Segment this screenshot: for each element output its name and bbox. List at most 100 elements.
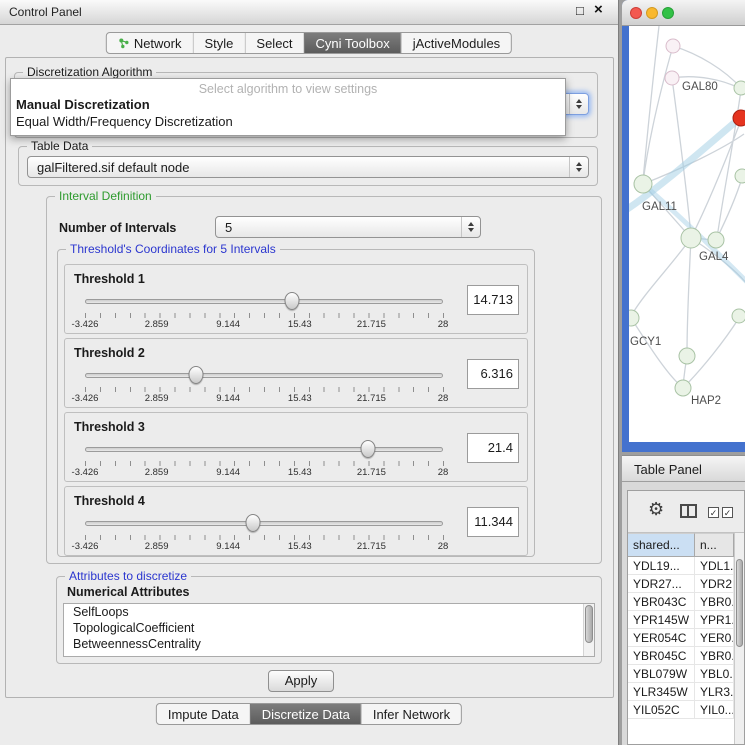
table-row[interactable]: YPR145WYPR1... <box>628 611 734 629</box>
float-window-icon[interactable]: □ <box>576 3 584 18</box>
slider-ticks <box>85 387 444 392</box>
tab-label: Network <box>134 36 182 51</box>
table-row[interactable]: YBR045CYBR0... <box>628 647 734 665</box>
table-row[interactable]: YDR27...YDR2... <box>628 575 734 593</box>
slider-thumb[interactable] <box>284 292 299 310</box>
list-scrollbar[interactable] <box>583 604 594 656</box>
table-data-group: Table Data galFiltered.sif default node <box>18 146 598 186</box>
threshold-3-value-field[interactable]: 21.4 <box>467 433 519 463</box>
threshold-1-slider[interactable] <box>85 291 443 311</box>
cell: YLR3... <box>695 683 734 700</box>
window-title: Control Panel <box>9 5 82 19</box>
network-node[interactable] <box>679 348 695 364</box>
cell: YER054C <box>628 629 695 646</box>
tab-label: jActiveModules <box>413 36 500 51</box>
tab-infer-network[interactable]: Infer Network <box>361 704 461 724</box>
threshold-4-slider[interactable] <box>85 513 443 533</box>
table-row[interactable]: YIL052CYIL0... <box>628 701 734 719</box>
scale-label: -3.426 <box>72 319 99 330</box>
network-node-gal4[interactable] <box>681 228 701 248</box>
scale-label: 15.43 <box>288 319 312 330</box>
close-icon[interactable]: × <box>594 1 603 18</box>
table-panel: ⚙ ✓ ✓ shared... n... YDL19...YDL1... YDR… <box>622 482 745 745</box>
scale-label: 21.715 <box>357 467 386 478</box>
zoom-traffic-light[interactable] <box>662 7 674 19</box>
table-panel-title: Table Panel <box>634 462 702 477</box>
columns-icon[interactable] <box>680 504 697 518</box>
network-node[interactable] <box>708 232 724 248</box>
network-node[interactable] <box>732 309 745 323</box>
close-traffic-light[interactable] <box>630 7 642 19</box>
table-row[interactable]: YBR043CYBR0... <box>628 593 734 611</box>
node-label-hap2: HAP2 <box>691 395 721 407</box>
column-header-name[interactable]: n... <box>695 533 734 557</box>
slider-track[interactable] <box>85 299 443 304</box>
scale-label: 21.715 <box>357 319 386 330</box>
tab-impute-data[interactable]: Impute Data <box>157 704 250 724</box>
network-node-gal11[interactable] <box>634 175 652 193</box>
threshold-1-value-field[interactable]: 14.713 <box>467 285 519 315</box>
network-node-selected[interactable] <box>733 110 745 126</box>
threshold-2-value-field[interactable]: 6.316 <box>467 359 519 389</box>
cell: YBR043C <box>628 593 695 610</box>
network-node-gal80[interactable] <box>665 71 679 85</box>
select-all-checkbox-icon[interactable]: ✓ <box>708 507 719 518</box>
network-node-hap2[interactable] <box>675 380 691 396</box>
scale-label: 9.144 <box>216 393 240 404</box>
slider-thumb[interactable] <box>188 366 203 384</box>
number-of-intervals-select[interactable]: 5 <box>215 216 481 238</box>
combo-stepper-icon <box>569 94 588 114</box>
scrollbar-thumb[interactable] <box>736 559 743 647</box>
tab-style[interactable]: Style <box>193 33 245 53</box>
slider-thumb[interactable] <box>246 514 261 532</box>
group-legend: Attributes to discretize <box>65 569 191 583</box>
tab-discretize-data[interactable]: Discretize Data <box>250 704 361 724</box>
scale-label: 15.43 <box>288 541 312 552</box>
table-data-select[interactable]: galFiltered.sif default node <box>27 156 589 178</box>
table-row[interactable]: YDL19...YDL1... <box>628 557 734 575</box>
select-none-checkbox-icon[interactable]: ✓ <box>722 507 733 518</box>
tab-cyni-toolbox[interactable]: Cyni Toolbox <box>304 33 401 53</box>
dropdown-option-equal-width[interactable]: Equal Width/Frequency Discretization <box>11 113 565 130</box>
slider-scale: -3.426 2.859 9.144 15.43 21.715 28 <box>85 393 443 404</box>
list-item[interactable]: TopologicalCoefficient <box>64 620 594 636</box>
network-node[interactable] <box>734 81 745 95</box>
slider-track[interactable] <box>85 373 443 378</box>
threshold-2-slider[interactable] <box>85 365 443 385</box>
column-header-shared-name[interactable]: shared... <box>628 533 695 557</box>
combo-stepper-icon <box>461 217 480 237</box>
slider-scale: -3.426 2.859 9.144 15.43 21.715 28 <box>85 319 443 330</box>
tab-network[interactable]: Network <box>107 33 193 53</box>
table-scrollbar[interactable] <box>734 533 744 744</box>
network-node[interactable] <box>666 39 680 53</box>
slider-track[interactable] <box>85 521 443 526</box>
scale-label: 28 <box>438 541 449 552</box>
scale-label: 2.859 <box>145 319 169 330</box>
threshold-3-slider[interactable] <box>85 439 443 459</box>
tab-jactivemodules[interactable]: jActiveModules <box>401 33 511 53</box>
slider-thumb[interactable] <box>360 440 375 458</box>
list-item[interactable]: SelfLoops <box>64 604 594 620</box>
tab-select[interactable]: Select <box>244 33 303 53</box>
dropdown-option-manual[interactable]: Manual Discretization <box>11 96 565 113</box>
threshold-4-value-field[interactable]: 11.344 <box>467 507 519 537</box>
network-node-gcy1[interactable] <box>629 310 639 326</box>
table-row[interactable]: YER054CYER0... <box>628 629 734 647</box>
cell: YIL0... <box>695 701 734 718</box>
cell: YER0... <box>695 629 734 646</box>
table-rows: YDL19...YDL1... YDR27...YDR2... YBR043CY… <box>628 557 734 744</box>
network-canvas[interactable]: GAL80 GAL11 GAL4 GCY1 HAP2 <box>629 26 745 442</box>
slider-track[interactable] <box>85 447 443 452</box>
list-item[interactable]: BetweennessCentrality <box>64 636 594 652</box>
table-header-row: shared... n... <box>628 533 734 557</box>
minimize-traffic-light[interactable] <box>646 7 658 19</box>
gear-icon[interactable]: ⚙ <box>648 499 664 520</box>
table-row[interactable]: YLR345WYLR3... <box>628 683 734 701</box>
apply-button[interactable]: Apply <box>268 670 334 692</box>
scrollbar-thumb[interactable] <box>585 605 593 643</box>
threshold-2-panel: Threshold 2 -3.426 2.859 9.144 15.43 21.… <box>64 338 528 408</box>
tab-label: Cyni Toolbox <box>316 36 390 51</box>
table-row[interactable]: YBL079WYBL0... <box>628 665 734 683</box>
network-node[interactable] <box>735 169 745 183</box>
control-panel-titlebar: Control Panel □ × <box>0 0 618 25</box>
